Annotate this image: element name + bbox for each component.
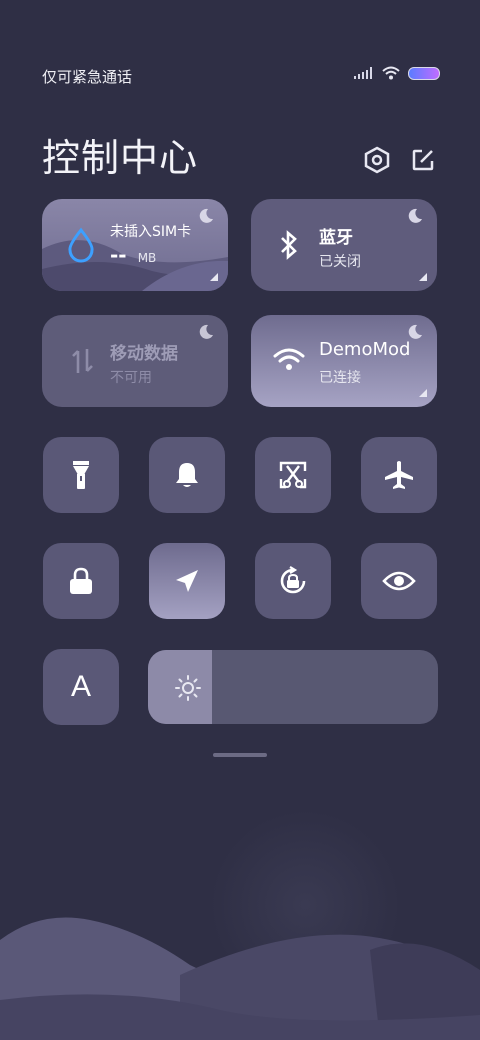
moon-icon: [199, 208, 213, 223]
data-arrows-icon: [72, 349, 93, 373]
status-icons: [354, 66, 440, 80]
bluetooth-icon: [281, 230, 297, 260]
settings-button[interactable]: [362, 145, 392, 175]
moon-icon: [199, 324, 213, 339]
page-title: 控制中心: [42, 136, 199, 180]
edit-button[interactable]: [408, 145, 438, 175]
signal-icon: [354, 67, 372, 79]
drag-handle[interactable]: [213, 753, 267, 757]
desert-night-illustration: [0, 810, 480, 1040]
wifi-status: 已连接: [319, 370, 361, 386]
reading-mode-toggle[interactable]: [361, 543, 437, 619]
auto-brightness-toggle[interactable]: A: [43, 649, 119, 725]
wifi-status-icon: [382, 66, 400, 80]
sim-data-value: --: [110, 243, 127, 267]
location-icon: [176, 570, 198, 592]
airplane-icon: [385, 461, 413, 489]
wifi-icon: [273, 348, 305, 370]
brightness-slider[interactable]: [148, 650, 438, 724]
sim-title: 未插入SIM卡: [110, 224, 192, 240]
status-carrier-text: 仅可紧急通话: [42, 68, 133, 86]
airplane-mode-toggle[interactable]: [361, 437, 437, 513]
settings-icon: [364, 146, 390, 174]
expand-corner-icon: [419, 273, 427, 281]
battery-icon: [408, 66, 440, 80]
flashlight-toggle[interactable]: [43, 437, 119, 513]
bluetooth-tile[interactable]: 蓝牙 已关闭: [251, 199, 437, 291]
auto-brightness-icon: A: [70, 670, 91, 703]
sun-icon: [175, 675, 201, 701]
sim-data-unit: MB: [137, 251, 157, 265]
mobile-data-status: 不可用: [110, 370, 152, 386]
eye-icon: [382, 571, 416, 591]
lock-icon: [70, 567, 92, 594]
wifi-network-name: DemoMod: [319, 339, 411, 360]
auto-rotate-lock-icon: [280, 566, 306, 594]
water-drop-icon: [68, 227, 94, 263]
mobile-data-title: 移动数据: [110, 344, 178, 364]
lock-screen-toggle[interactable]: [43, 543, 119, 619]
bluetooth-status: 已关闭: [319, 254, 361, 270]
rotation-lock-toggle[interactable]: [255, 543, 331, 619]
location-toggle[interactable]: [149, 543, 225, 619]
edit-icon: [412, 149, 434, 171]
moon-icon: [408, 208, 422, 223]
flashlight-icon: [73, 461, 89, 489]
mobile-data-tile[interactable]: 移动数据 不可用: [42, 315, 228, 407]
sound-toggle[interactable]: [149, 437, 225, 513]
screenshot-icon: [279, 461, 307, 489]
moon-icon: [408, 324, 422, 339]
wifi-tile[interactable]: DemoMod 已连接: [251, 315, 437, 407]
screenshot-toggle[interactable]: [255, 437, 331, 513]
bell-icon: [176, 463, 198, 487]
expand-corner-icon: [419, 389, 427, 397]
expand-corner-icon: [210, 273, 218, 281]
sim-data-tile[interactable]: 未插入SIM卡 -- MB: [42, 199, 228, 291]
bluetooth-title: 蓝牙: [319, 228, 353, 248]
